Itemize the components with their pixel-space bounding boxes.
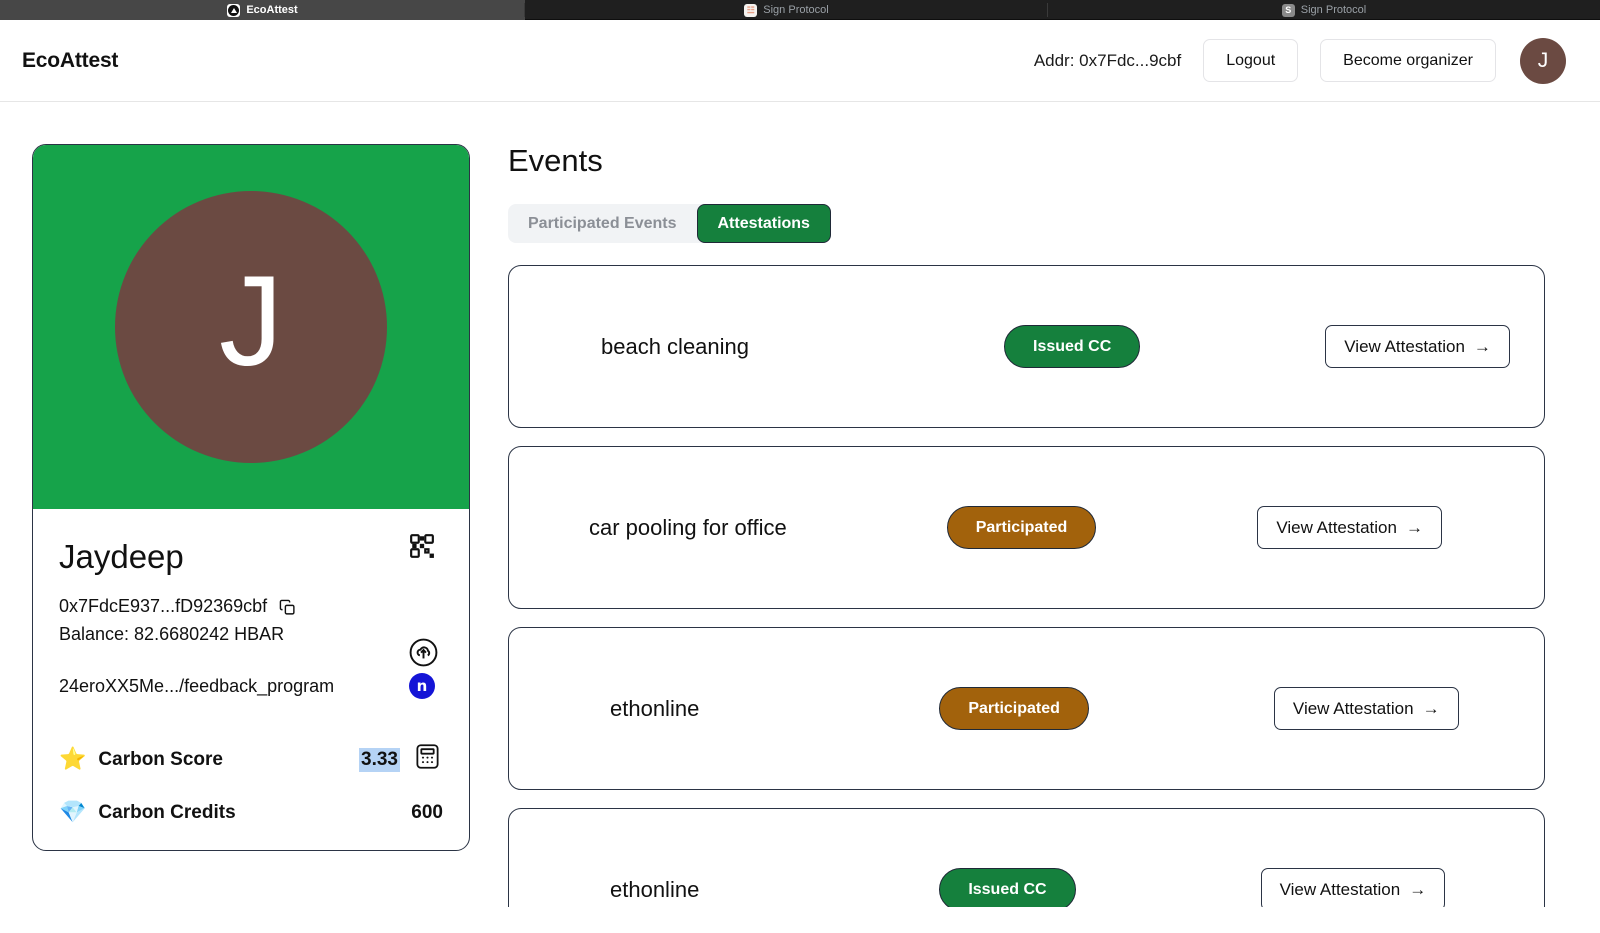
arrow-right-icon: → bbox=[1473, 336, 1491, 356]
view-attestation-label: View Attestation bbox=[1279, 879, 1401, 899]
push-protocol-icon[interactable]: n bbox=[409, 673, 435, 700]
event-card: car pooling for office Participated View… bbox=[508, 446, 1545, 610]
ecoattest-triangle-icon bbox=[227, 3, 241, 17]
browser-tab-sign-protocol-1[interactable]: ☳ Sign Protocol bbox=[525, 0, 1048, 20]
profile-banner: J bbox=[33, 145, 469, 509]
arrow-right-icon: → bbox=[1422, 698, 1440, 718]
favicon-mark: ☳ bbox=[746, 4, 755, 15]
view-attestation-button[interactable]: View Attestation → bbox=[1325, 325, 1510, 369]
status-badge: Participated bbox=[939, 687, 1089, 731]
carbon-credits-value: 600 bbox=[411, 802, 443, 824]
events-list[interactable]: beach cleaning Issued CC View Attestatio… bbox=[508, 265, 1545, 908]
become-organizer-button[interactable]: Become organizer bbox=[1320, 39, 1496, 82]
event-card: ethonline Issued CC View Attestation → bbox=[508, 808, 1545, 908]
view-attestation-button[interactable]: View Attestation → bbox=[1273, 687, 1459, 731]
event-card: ethonline Participated View Attestation … bbox=[508, 627, 1545, 791]
carbon-score-value: 3.33 bbox=[359, 747, 400, 772]
star-icon: ⭐ bbox=[59, 746, 87, 772]
browser-tabstrip: EcoAttest ☳ Sign Protocol S Sign Protoco… bbox=[0, 0, 1600, 20]
event-name: beach cleaning bbox=[601, 333, 750, 359]
event-name: car pooling for office bbox=[589, 514, 787, 540]
header-actions: Addr: 0x7Fdc...9cbf Logout Become organi… bbox=[1033, 37, 1566, 84]
status-badge: Issued CC bbox=[1004, 325, 1141, 369]
copy-icon[interactable] bbox=[279, 599, 296, 616]
view-attestation-label: View Attestation bbox=[1292, 698, 1414, 718]
carbon-score-label: Carbon Score bbox=[98, 748, 223, 770]
view-attestation-button[interactable]: View Attestation → bbox=[1257, 506, 1442, 550]
qr-code-icon[interactable] bbox=[409, 533, 435, 564]
view-attestation-button[interactable]: View Attestation → bbox=[1260, 868, 1446, 908]
profile-balance: Balance: 82.6680242 HBAR bbox=[59, 624, 285, 645]
cloud-upload-icon[interactable] bbox=[408, 637, 439, 673]
browser-tab-sign-protocol-2[interactable]: S Sign Protocol bbox=[1048, 0, 1600, 20]
feedback-program-row: 24eroXX5Me.../feedback_program n bbox=[59, 673, 443, 700]
browser-tab-ecoattest[interactable]: EcoAttest bbox=[0, 0, 525, 20]
profile-address-row: 0x7FdcE937...fD92369cbf bbox=[59, 593, 443, 621]
browser-tab-label: Sign Protocol bbox=[1300, 4, 1367, 16]
profile-column: J Jaydeep 0x7FdcE937...fD92369cbf Balanc… bbox=[0, 144, 470, 932]
page-body: J Jaydeep 0x7FdcE937...fD92369cbf Balanc… bbox=[0, 102, 1600, 932]
page-title: Events bbox=[508, 143, 603, 178]
arrow-right-icon: → bbox=[1409, 879, 1427, 899]
events-tablist: Participated Events Attestations bbox=[508, 204, 831, 244]
status-badge: Issued CC bbox=[939, 868, 1076, 908]
view-attestation-label: View Attestation bbox=[1276, 517, 1397, 537]
event-card: beach cleaning Issued CC View Attestatio… bbox=[508, 265, 1545, 429]
browser-tab-label: Sign Protocol bbox=[763, 4, 829, 16]
tab-attestations[interactable]: Attestations bbox=[696, 204, 831, 244]
calculator-icon[interactable] bbox=[414, 743, 441, 776]
event-name: ethonline bbox=[610, 695, 700, 721]
profile-name: Jaydeep bbox=[59, 538, 184, 575]
profile-avatar: J bbox=[115, 191, 387, 463]
brand-logo[interactable]: EcoAttest bbox=[22, 49, 118, 73]
feedback-program-label: 24eroXX5Me.../feedback_program bbox=[59, 675, 335, 696]
events-column: Events Participated Events Attestations … bbox=[470, 143, 1600, 932]
carbon-score-row: ⭐ Carbon Score 3.33 bbox=[59, 743, 443, 776]
arrow-right-icon: → bbox=[1405, 517, 1423, 537]
sign-protocol-icon: ☳ bbox=[744, 3, 758, 17]
gem-icon: 💎 bbox=[59, 800, 87, 826]
tab-participated-events[interactable]: Participated Events bbox=[508, 204, 697, 243]
favicon-mark: S bbox=[1285, 4, 1292, 15]
view-attestation-label: View Attestation bbox=[1344, 336, 1465, 356]
event-name: ethonline bbox=[610, 876, 700, 902]
avatar[interactable]: J bbox=[1520, 37, 1566, 84]
logout-button[interactable]: Logout bbox=[1203, 39, 1299, 82]
wallet-address-label: Addr: 0x7Fdc...9cbf bbox=[1033, 50, 1182, 70]
profile-address: 0x7FdcE937...fD92369cbf bbox=[59, 596, 268, 617]
profile-card: J Jaydeep 0x7FdcE937...fD92369cbf Balanc… bbox=[32, 144, 470, 852]
status-badge: Participated bbox=[946, 506, 1097, 550]
sign-protocol-s-icon: S bbox=[1281, 3, 1295, 17]
app-header: EcoAttest Addr: 0x7Fdc...9cbf Logout Bec… bbox=[0, 20, 1600, 102]
profile-details: Jaydeep 0x7FdcE937...fD92369cbf Balance:… bbox=[33, 509, 469, 850]
carbon-credits-label: Carbon Credits bbox=[98, 802, 236, 824]
carbon-credits-row: 💎 Carbon Credits 600 bbox=[59, 802, 443, 824]
browser-tab-label: EcoAttest bbox=[246, 4, 298, 16]
